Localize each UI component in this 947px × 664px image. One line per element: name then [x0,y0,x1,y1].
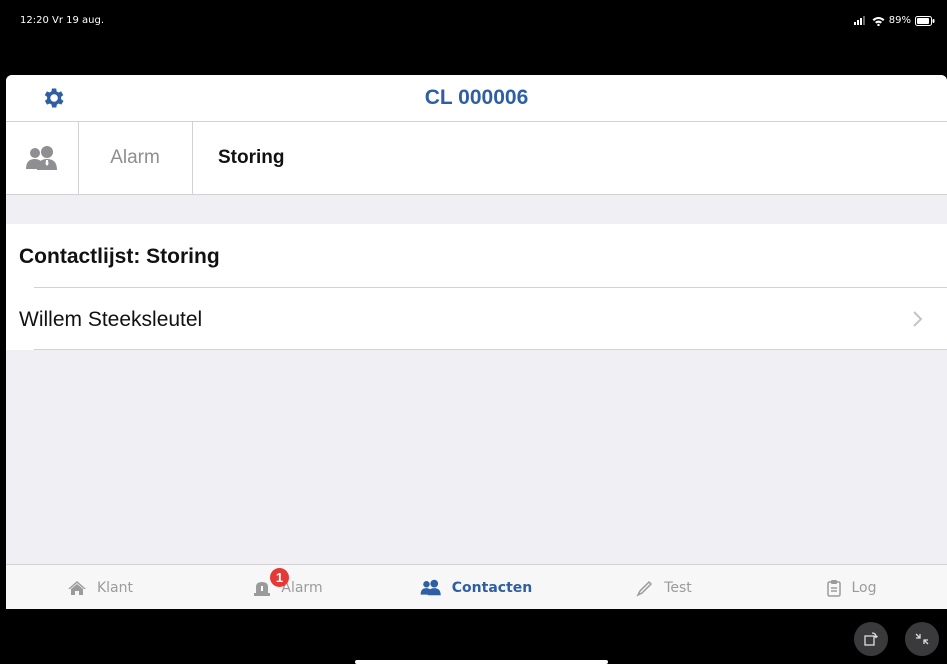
header: CL 000006 [6,75,947,121]
nav-klant-label: Klant [96,579,133,596]
list-item[interactable]: Willem Steeksleutel [6,288,947,350]
contact-name: Willem Steeksleutel [19,308,203,331]
log-icon [827,579,842,597]
tab-alarm[interactable]: Alarm [78,122,193,194]
nav-contacten-label: Contacten [451,579,533,596]
status-indicators: 89% [853,15,935,26]
nav-test-label: Test [664,579,692,596]
home-indicator [355,660,608,664]
home-icon [67,580,86,595]
nav-klant[interactable]: Klant [6,565,194,609]
tab-contacts-icon[interactable] [6,122,79,194]
bottom-nav: Klant Alarm 1 Contacten Test Log [6,564,947,609]
contact-tabs: Alarm Storing [6,121,947,195]
nav-log-label: Log [851,579,877,596]
contacts-icon [420,579,441,596]
nav-log[interactable]: Log [758,565,946,609]
contact-list-section: Contactlijst: Storing Willem Steeksleute… [6,224,947,350]
section-title: Contactlijst: Storing [19,245,220,268]
alarm-icon [254,581,271,596]
status-bar: 12:20 Vr 19 aug. 89% [0,0,947,75]
nav-test[interactable]: Test [570,565,758,609]
collapse-button[interactable] [905,622,939,656]
collapse-icon [915,633,929,645]
test-icon [636,580,653,597]
chevron-right-icon [913,311,923,327]
app-window: CL 000006 Alarm Storing Contactlijst: St… [6,75,947,609]
divider [34,349,947,350]
contacts-icon [26,146,57,170]
alarm-badge: 1 [270,568,289,587]
rotate-button[interactable] [854,622,888,656]
rotate-icon [864,632,878,646]
battery-percent: 89% [888,15,911,26]
page-title: CL 000006 [424,86,529,109]
battery-icon [915,15,935,26]
signal-icon [853,16,865,25]
status-time: 12:20 Vr 19 aug. [20,15,105,26]
tab-storing[interactable]: Storing [218,122,285,194]
nav-contacten[interactable]: Contacten [382,565,570,609]
nav-alarm[interactable]: Alarm 1 [194,565,382,609]
wifi-icon [872,16,885,26]
